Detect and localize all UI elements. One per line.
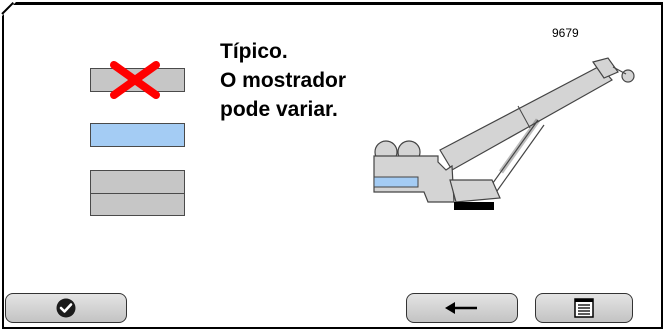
confirm-button[interactable]	[5, 293, 127, 323]
cancel-cross-icon	[110, 61, 160, 99]
blue-bar	[90, 123, 185, 147]
reference-number: 9679	[552, 26, 579, 40]
grey-bar-lower	[90, 193, 185, 216]
note-line-1: Típico.	[220, 40, 288, 63]
note-line-2: O mostrador	[220, 69, 347, 92]
menu-button[interactable]	[535, 293, 633, 323]
back-button[interactable]	[406, 293, 518, 323]
grey-bar-upper	[90, 170, 185, 195]
display-note: Típico. O mostrador pode variar.	[220, 37, 346, 124]
list-menu-icon	[574, 298, 594, 318]
check-circle-icon	[56, 298, 76, 318]
crane-diagram-icon	[373, 57, 635, 210]
note-line-3: pode variar.	[220, 98, 338, 121]
arrow-left-icon	[445, 302, 477, 314]
